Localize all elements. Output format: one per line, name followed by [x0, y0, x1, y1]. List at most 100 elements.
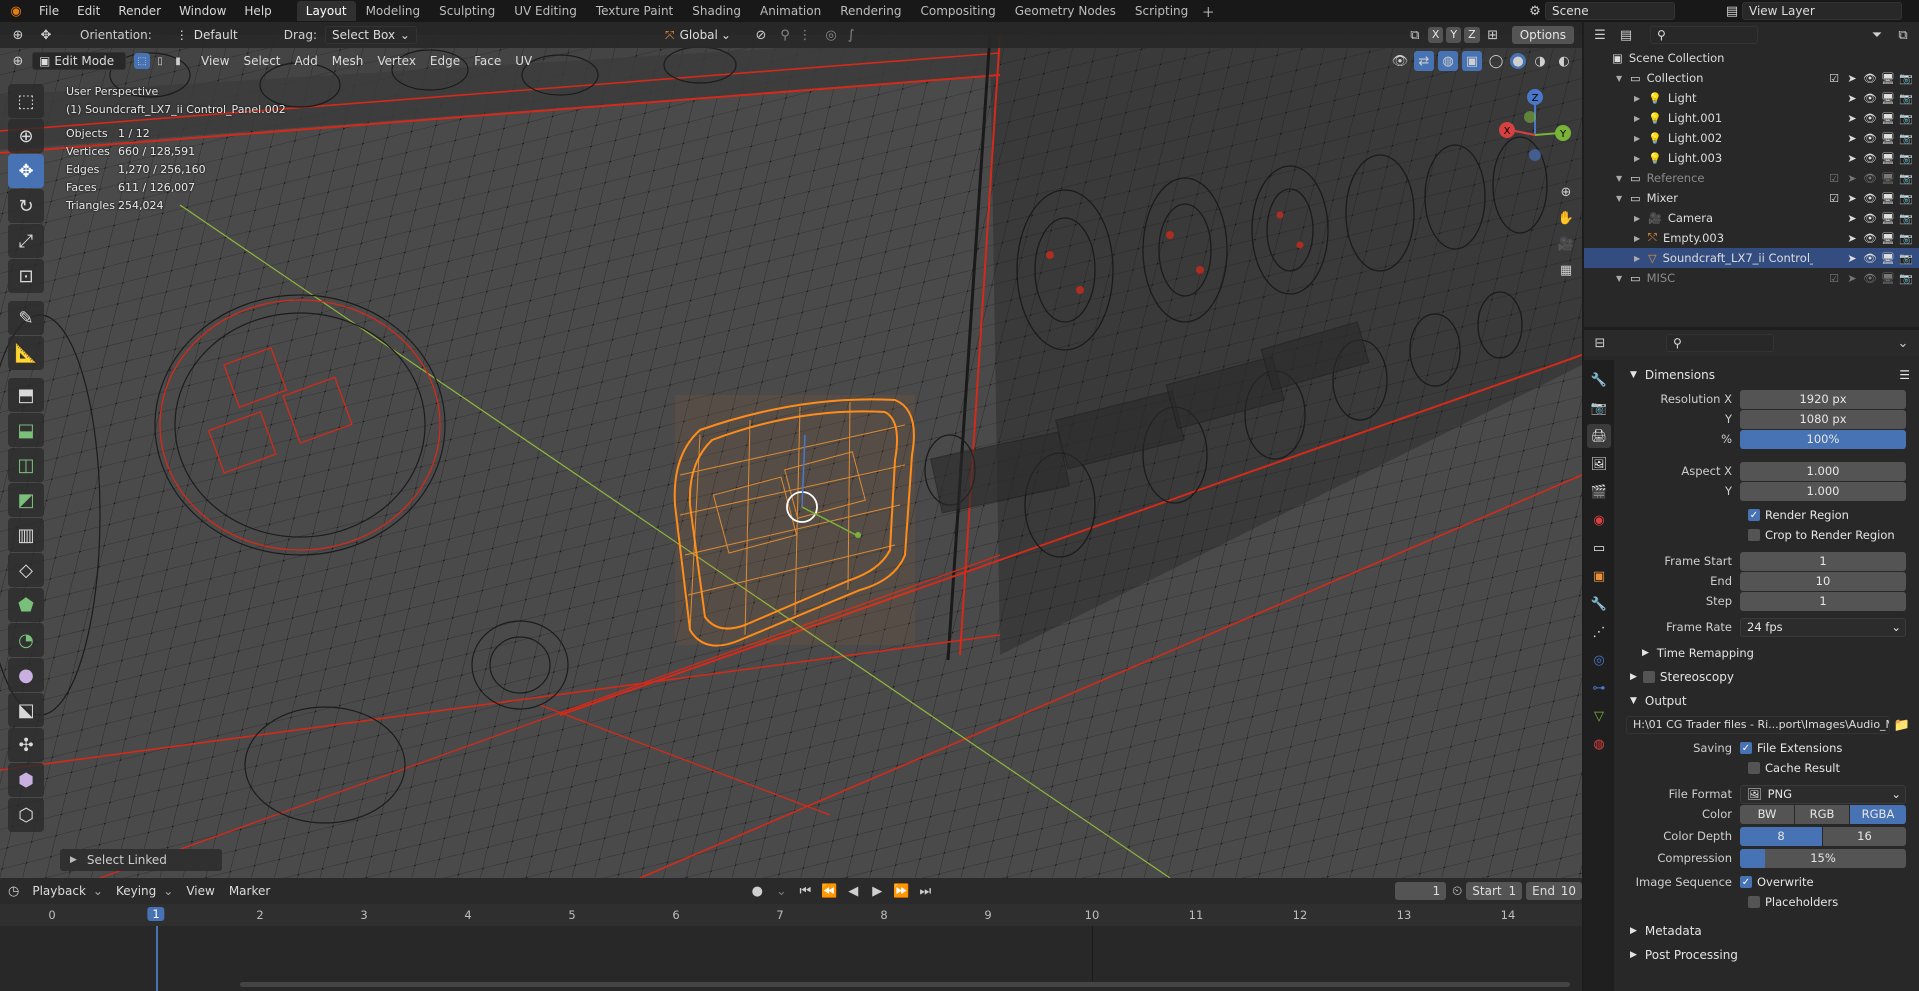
camera-render-icon[interactable]: 📷 [1899, 212, 1913, 225]
eye-icon[interactable]: 👁 [1863, 132, 1877, 145]
cache-result-row[interactable]: Cache Result [1584, 758, 1916, 778]
outliner-item[interactable]: ▼ ▭ Mixer ☑ ➤ 👁 🖥 📷 [1584, 188, 1919, 208]
eye-icon[interactable]: 👁 [1863, 112, 1877, 125]
current-frame-field[interactable]: 1 [1395, 882, 1447, 900]
jump-end-icon[interactable]: ⏭ [915, 881, 935, 901]
expand-arrow-icon[interactable]: ▶ [1634, 234, 1640, 243]
expand-arrow-icon[interactable]: ▶ [1634, 154, 1640, 163]
frame-number[interactable]: 11 [1189, 908, 1204, 922]
aspect-y-field[interactable]: 1.000 [1740, 481, 1906, 501]
checkbox-unchecked-icon[interactable] [1748, 529, 1760, 541]
monitor-icon[interactable]: 🖥 [1881, 272, 1895, 285]
monitor-icon[interactable]: 🖥 [1881, 152, 1895, 165]
frame-number[interactable]: 12 [1293, 908, 1308, 922]
shrink-fatten-icon[interactable]: ✣ [8, 728, 44, 762]
checkbox-checked-icon[interactable]: ✓ [1740, 876, 1752, 888]
expand-arrow-icon[interactable]: ▼ [1616, 194, 1622, 203]
expand-arrow-icon[interactable]: ▶ [1634, 94, 1640, 103]
checkbox[interactable]: ☑ [1827, 192, 1841, 205]
eye-icon[interactable]: 👁 [1863, 232, 1877, 245]
monitor-icon[interactable]: 🖥 [1881, 112, 1895, 125]
outliner-item[interactable]: ▶ 💡 Light.002 ➤ 👁 🖥 📷 [1584, 128, 1919, 148]
display-mode-icon[interactable]: ▤ [1616, 25, 1636, 45]
monitor-icon[interactable]: 🖥 [1881, 132, 1895, 145]
resolution-percent-slider[interactable]: 100% [1740, 429, 1906, 449]
select-arrow-icon[interactable]: ➤ [1845, 152, 1859, 165]
tab-rendering[interactable]: Rendering [831, 1, 910, 21]
checkbox[interactable]: ☑ [1827, 72, 1841, 85]
editor-type-icon[interactable]: ⊕ [8, 25, 28, 45]
frame-number[interactable]: 5 [568, 908, 575, 922]
inset-icon[interactable]: ◫ [8, 448, 44, 482]
end-frame-field[interactable]: End 10 [1526, 882, 1582, 900]
blender-logo-icon[interactable]: ◉ [6, 1, 26, 21]
file-format-dropdown[interactable]: 🖼 PNG ⌄ [1740, 784, 1906, 804]
checkbox[interactable]: ☑ [1827, 272, 1841, 285]
folder-icon[interactable]: 📁 [1892, 715, 1912, 735]
expand-arrow-icon[interactable]: ▶ [1634, 254, 1640, 263]
properties-search-input[interactable]: ⚲ [1666, 334, 1774, 352]
outliner-item[interactable]: ▶ 🎥 Camera ➤ 👁 🖥 📷 [1584, 208, 1919, 228]
poly-build-icon[interactable]: ⬟ [8, 588, 44, 622]
snap-target-icon[interactable]: ⋮ [795, 25, 815, 45]
mirror-z-button[interactable]: Z [1464, 27, 1480, 43]
measure-icon[interactable]: 📐 [8, 336, 44, 370]
zoom-icon[interactable]: ⊕ [1556, 182, 1576, 202]
viewport-menu-select[interactable]: Select [236, 54, 287, 68]
camera-render-icon[interactable]: 📷 [1899, 232, 1913, 245]
vertex-select-icon[interactable]: ⬚ [134, 53, 150, 69]
color-bw-button[interactable]: BW [1740, 804, 1794, 824]
tab-modeling[interactable]: Modeling [357, 1, 430, 21]
output-panel-header[interactable]: ▼ Output [1620, 690, 1916, 712]
color-rgba-button[interactable]: RGBA [1850, 804, 1906, 824]
solid-shading-icon[interactable]: ● [1510, 53, 1526, 69]
select-arrow-icon[interactable]: ➤ [1845, 172, 1859, 185]
resolution-y-field[interactable]: 1080 px [1740, 409, 1906, 429]
frame-ruler[interactable]: 0 1 2 3 4 5 6 7 8 9 10 11 12 13 14 [0, 904, 1582, 926]
camera-render-icon[interactable]: 📷 [1899, 272, 1913, 285]
timeline-area[interactable]: 0 1 2 3 4 5 6 7 8 9 10 11 12 13 14 [0, 904, 1582, 991]
ortho-grid-icon[interactable]: ▦ [1556, 260, 1576, 280]
checkbox-unchecked-icon[interactable] [1748, 896, 1760, 908]
camera-render-icon[interactable]: 📷 [1899, 72, 1913, 85]
proportional-edit-icon[interactable]: ◎ [821, 25, 841, 45]
outliner-item[interactable]: ▶ 💡 Light ➤ 👁 🖥 📷 [1584, 88, 1919, 108]
last-operator-panel[interactable]: ▶ Select Linked [60, 849, 222, 871]
frame-end-field[interactable]: 10 [1740, 571, 1906, 591]
menu-help[interactable]: Help [235, 0, 280, 22]
camera-render-icon[interactable]: 📷 [1899, 132, 1913, 145]
viewport-menu-vertex[interactable]: Vertex [370, 54, 423, 68]
new-collection-icon[interactable]: ⧉ [1893, 25, 1913, 45]
viewport-menu-edge[interactable]: Edge [423, 54, 467, 68]
frame-number[interactable]: 13 [1397, 908, 1412, 922]
frame-number[interactable]: 2 [256, 908, 263, 922]
falloff-icon[interactable]: ∫ [841, 25, 861, 45]
smooth-icon[interactable]: ● [8, 658, 44, 692]
view-layer-field[interactable]: View Layer [1742, 2, 1902, 20]
outliner-item[interactable]: ▼ ▭ MISC ☑ ➤ 👁 🖥 📷 [1584, 268, 1919, 288]
outliner-search-input[interactable]: ⚲ [1650, 26, 1758, 44]
stereoscopy-panel-header[interactable]: ▶ Stereoscopy [1620, 666, 1916, 688]
monitor-icon[interactable]: 🖥 [1881, 252, 1895, 265]
data-tab-icon[interactable]: ▽ [1587, 704, 1611, 728]
color-depth-16-button[interactable]: 16 [1823, 826, 1906, 846]
timeline-menu-view[interactable]: View [179, 884, 221, 898]
dimensions-panel-header[interactable]: ▼ Dimensions ☰ [1620, 364, 1916, 386]
tab-layout[interactable]: Layout [296, 1, 356, 21]
post-processing-panel-header[interactable]: ▶ Post Processing [1620, 944, 1916, 966]
material-shading-icon[interactable]: ◑ [1530, 51, 1550, 71]
annotate-icon[interactable]: ✎ [8, 301, 44, 335]
select-arrow-icon[interactable]: ➤ [1845, 112, 1859, 125]
menu-window[interactable]: Window [170, 0, 235, 22]
tab-uv-editing[interactable]: UV Editing [505, 1, 586, 21]
mirror-x-button[interactable]: X [1427, 27, 1444, 43]
clock-icon[interactable]: ⏲ [1452, 881, 1462, 901]
eye-icon[interactable]: 👁 [1863, 92, 1877, 105]
tab-compositing[interactable]: Compositing [911, 1, 1004, 21]
timeline-menu-keying[interactable]: Keying [109, 884, 163, 898]
camera-render-icon[interactable]: 📷 [1899, 172, 1913, 185]
extrude-icon[interactable]: ⬓ [8, 413, 44, 447]
eye-icon[interactable]: 👁 [1863, 252, 1877, 265]
spin-icon[interactable]: ◔ [8, 623, 44, 657]
navigation-gizmo[interactable]: Z Y X ⊕ ✋ 🎥 ▦ [1490, 85, 1580, 305]
